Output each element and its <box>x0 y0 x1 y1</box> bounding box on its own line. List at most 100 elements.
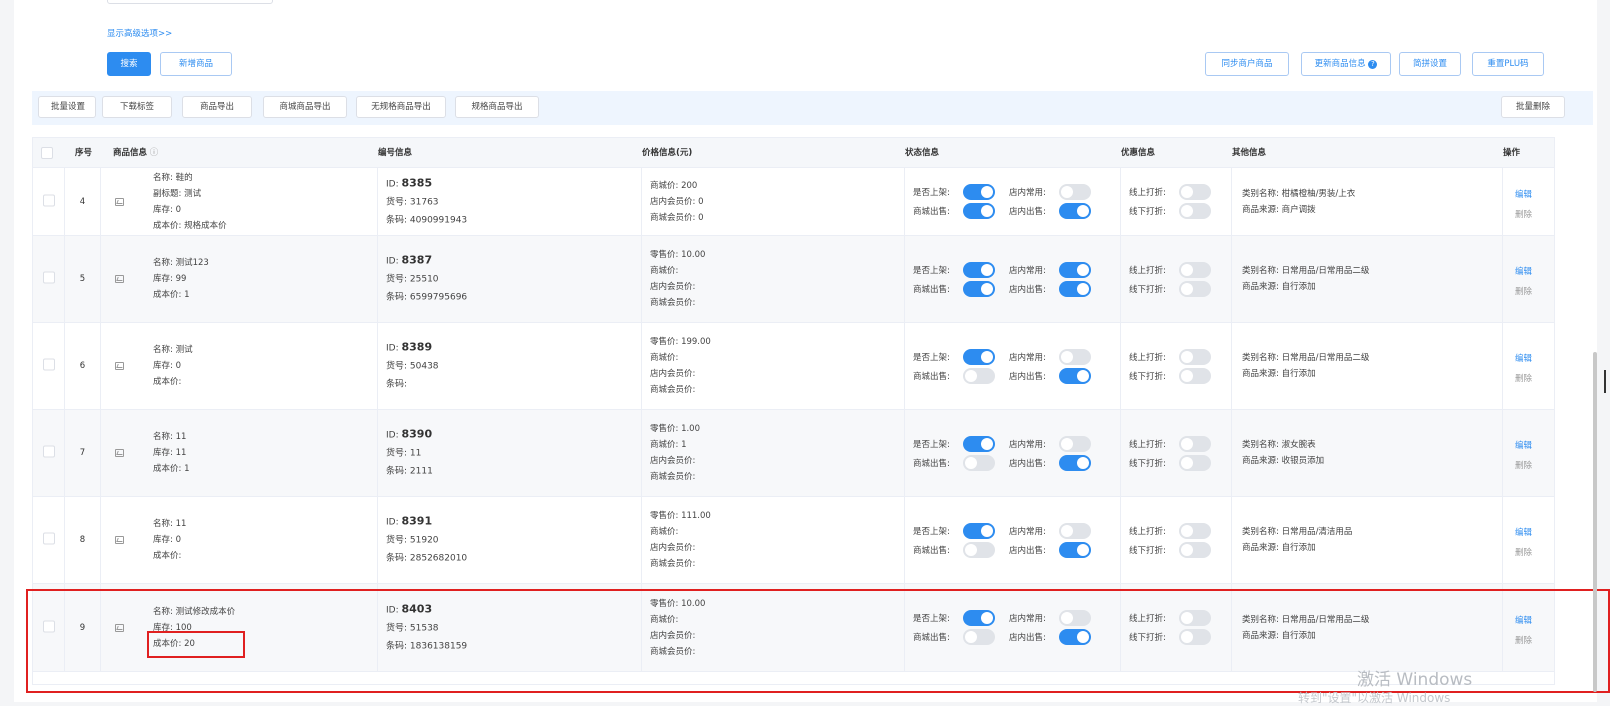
export-no-spec-products-button[interactable]: 无规格商品导出 <box>356 96 446 118</box>
product-code-line: 条码: 2111 <box>386 466 433 477</box>
store-common-toggle[interactable] <box>1059 435 1091 452</box>
col-status: 状态信息 <box>905 148 940 158</box>
online-discount-toggle[interactable] <box>1179 348 1211 365</box>
product-info-line: 库存: 0 <box>153 535 181 545</box>
other-info-line: 商品来源: 商户调拨 <box>1242 204 1316 215</box>
product-code-line: 条码: 6599795696 <box>386 292 468 303</box>
product-code-line: 条码: 4090991943 <box>386 215 468 225</box>
product-id: ID: 8391 <box>386 514 433 528</box>
mall-sale-label: 商城出售: <box>913 371 950 382</box>
offline-discount-toggle[interactable] <box>1179 367 1211 384</box>
price-line: 零售价: 199.00 <box>650 337 711 347</box>
mall-sale-toggle[interactable] <box>963 280 995 297</box>
vertical-scrollbar[interactable] <box>1593 352 1597 692</box>
export-spec-products-button[interactable]: 规格商品导出 <box>455 96 539 118</box>
mall-sale-toggle[interactable] <box>963 203 995 219</box>
on-shelf-label: 是否上架: <box>913 352 950 363</box>
product-code-line: 条码: 2852682010 <box>386 553 468 564</box>
on-shelf-toggle[interactable] <box>963 522 995 539</box>
table-header: 序号 商品信息 ⓘ 编号信息 价格信息(元) 状态信息 优惠信息 其他信息 操作 <box>33 138 1554 168</box>
add-product-button[interactable]: 新增商品 <box>160 52 232 76</box>
highlight-cost-box <box>147 631 245 658</box>
image-placeholder-icon <box>115 197 124 206</box>
search-field-partial[interactable] <box>107 0 273 4</box>
edit-link[interactable]: 编辑 <box>1515 259 1554 285</box>
online-discount-toggle[interactable] <box>1179 184 1211 200</box>
edit-link[interactable]: 编辑 <box>1515 520 1554 546</box>
download-label-button[interactable]: 下载标签 <box>102 96 172 118</box>
row-checkbox[interactable] <box>42 445 55 458</box>
delete-link[interactable]: 删除 <box>1515 208 1554 222</box>
delete-link[interactable]: 删除 <box>1515 285 1554 299</box>
offline-discount-toggle[interactable] <box>1179 203 1211 219</box>
store-sale-toggle[interactable] <box>1059 454 1091 471</box>
product-id: ID: 8387 <box>386 253 433 267</box>
edit-link[interactable]: 编辑 <box>1515 182 1554 208</box>
offline-discount-toggle[interactable] <box>1179 454 1211 471</box>
table-row: 4 名称: 鞋的 副标题: 测试 库存: 0 成本价: 规格成本价 ID: 8385 货号:… <box>33 168 1554 236</box>
store-common-toggle[interactable] <box>1059 348 1091 365</box>
batch-delete-button[interactable]: 批量删除 <box>1501 96 1565 118</box>
delete-link[interactable]: 删除 <box>1515 372 1554 386</box>
export-products-button[interactable]: 商品导出 <box>182 96 252 118</box>
row-checkbox[interactable] <box>42 532 55 545</box>
row-checkbox[interactable] <box>42 271 55 284</box>
col-code: 编号信息 <box>378 148 413 158</box>
online-discount-toggle[interactable] <box>1179 261 1211 278</box>
other-info-line: 类别名称: 日常用品/日常用品二级 <box>1242 353 1370 363</box>
product-info-line: 成本价: <box>153 551 182 561</box>
reset-plu-button[interactable]: 重置PLU码 <box>1472 52 1544 76</box>
select-all-checkbox[interactable] <box>41 147 53 159</box>
update-product-info-button[interactable]: 更新商品信息 ? <box>1301 52 1391 76</box>
store-sale-toggle[interactable] <box>1059 541 1091 558</box>
on-shelf-toggle[interactable] <box>963 261 995 278</box>
store-sale-toggle[interactable] <box>1059 203 1091 219</box>
offline-discount-toggle[interactable] <box>1179 541 1211 558</box>
search-button[interactable]: 搜索 <box>107 52 151 76</box>
product-info-line: 库存: 11 <box>153 448 187 458</box>
col-price: 价格信息(元) <box>642 148 693 158</box>
update-info-label: 更新商品信息 <box>1314 59 1366 69</box>
online-discount-toggle[interactable] <box>1179 435 1211 452</box>
mall-sale-toggle[interactable] <box>963 541 995 558</box>
product-id-value: 8389 <box>401 340 433 354</box>
price-line: 商城价: 1 <box>650 440 687 450</box>
edit-link[interactable]: 编辑 <box>1515 433 1554 459</box>
store-sale-toggle[interactable] <box>1059 367 1091 384</box>
pinyin-settings-button[interactable]: 简拼设置 <box>1399 52 1461 76</box>
row-checkbox[interactable] <box>42 194 55 206</box>
mall-sale-label: 商城出售: <box>913 207 950 217</box>
batch-toolbar: 批量设置 下载标签 商品导出 商城商品导出 无规格商品导出 规格商品导出 批量删… <box>32 91 1593 125</box>
product-info-line: 名称: 11 <box>153 432 187 442</box>
delete-link[interactable]: 删除 <box>1515 459 1554 473</box>
sync-merchant-products-button[interactable]: 同步商户商品 <box>1205 52 1289 76</box>
delete-link[interactable]: 删除 <box>1515 546 1554 560</box>
advanced-options-link[interactable]: 显示高级选项>> <box>107 27 172 39</box>
product-info-line: 成本价: 1 <box>153 464 190 474</box>
row-seq: 7 <box>79 448 86 458</box>
offline-discount-toggle[interactable] <box>1179 280 1211 297</box>
store-common-toggle[interactable] <box>1059 184 1091 200</box>
product-id: ID: 8385 <box>386 176 433 189</box>
store-common-toggle[interactable] <box>1059 261 1091 278</box>
on-shelf-toggle[interactable] <box>963 435 995 452</box>
store-common-toggle[interactable] <box>1059 522 1091 539</box>
store-sale-toggle[interactable] <box>1059 280 1091 297</box>
row-checkbox[interactable] <box>42 358 55 371</box>
export-mall-products-button[interactable]: 商城商品导出 <box>263 96 347 118</box>
online-discount-toggle[interactable] <box>1179 522 1211 539</box>
batch-settings-button[interactable]: 批量设置 <box>38 96 96 118</box>
other-info-line: 商品来源: 自行添加 <box>1242 543 1316 553</box>
help-circle-icon: ? <box>1368 60 1378 69</box>
price-line: 店内会员价: <box>650 369 696 379</box>
on-shelf-toggle[interactable] <box>963 184 995 200</box>
on-shelf-toggle[interactable] <box>963 348 995 365</box>
product-info-line: 成本价: <box>153 377 182 387</box>
mall-sale-toggle[interactable] <box>963 454 995 471</box>
edit-link[interactable]: 编辑 <box>1515 346 1554 372</box>
store-sale-label: 店内出售: <box>1009 458 1046 469</box>
image-placeholder-icon <box>115 275 124 283</box>
image-placeholder-icon <box>115 449 124 457</box>
image-placeholder-icon <box>115 362 124 370</box>
mall-sale-toggle[interactable] <box>963 367 995 384</box>
